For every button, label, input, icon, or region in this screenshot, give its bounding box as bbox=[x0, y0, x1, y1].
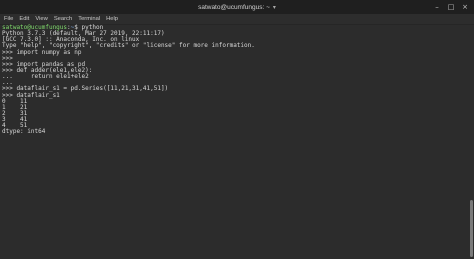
menu-file[interactable]: File bbox=[0, 16, 16, 22]
close-icon[interactable]: × bbox=[460, 2, 470, 12]
window-controls: – □ × bbox=[432, 2, 470, 12]
maximize-icon[interactable]: □ bbox=[446, 2, 456, 12]
menu-help[interactable]: Help bbox=[103, 16, 121, 22]
minimize-icon[interactable]: – bbox=[432, 2, 442, 12]
title-bar: satwato@ucumfungus: ~ ▾ – □ × bbox=[0, 0, 474, 14]
output-line: dtype: int64 bbox=[2, 128, 46, 136]
menu-view[interactable]: View bbox=[32, 16, 50, 22]
scrollbar-thumb[interactable] bbox=[470, 200, 473, 257]
menu-search[interactable]: Search bbox=[51, 16, 75, 22]
menu-edit[interactable]: Edit bbox=[16, 16, 32, 22]
terminal-window: satwato@ucumfungus: ~ ▾ – □ × File Edit … bbox=[0, 0, 474, 259]
menu-terminal[interactable]: Terminal bbox=[75, 16, 103, 22]
title-dropdown-icon[interactable]: ▾ bbox=[273, 4, 276, 11]
window-title: satwato@ucumfungus: ~ bbox=[198, 3, 270, 11]
terminal-output[interactable]: satwato@ucumfungus:~$ python Python 3.7.… bbox=[0, 24, 468, 259]
